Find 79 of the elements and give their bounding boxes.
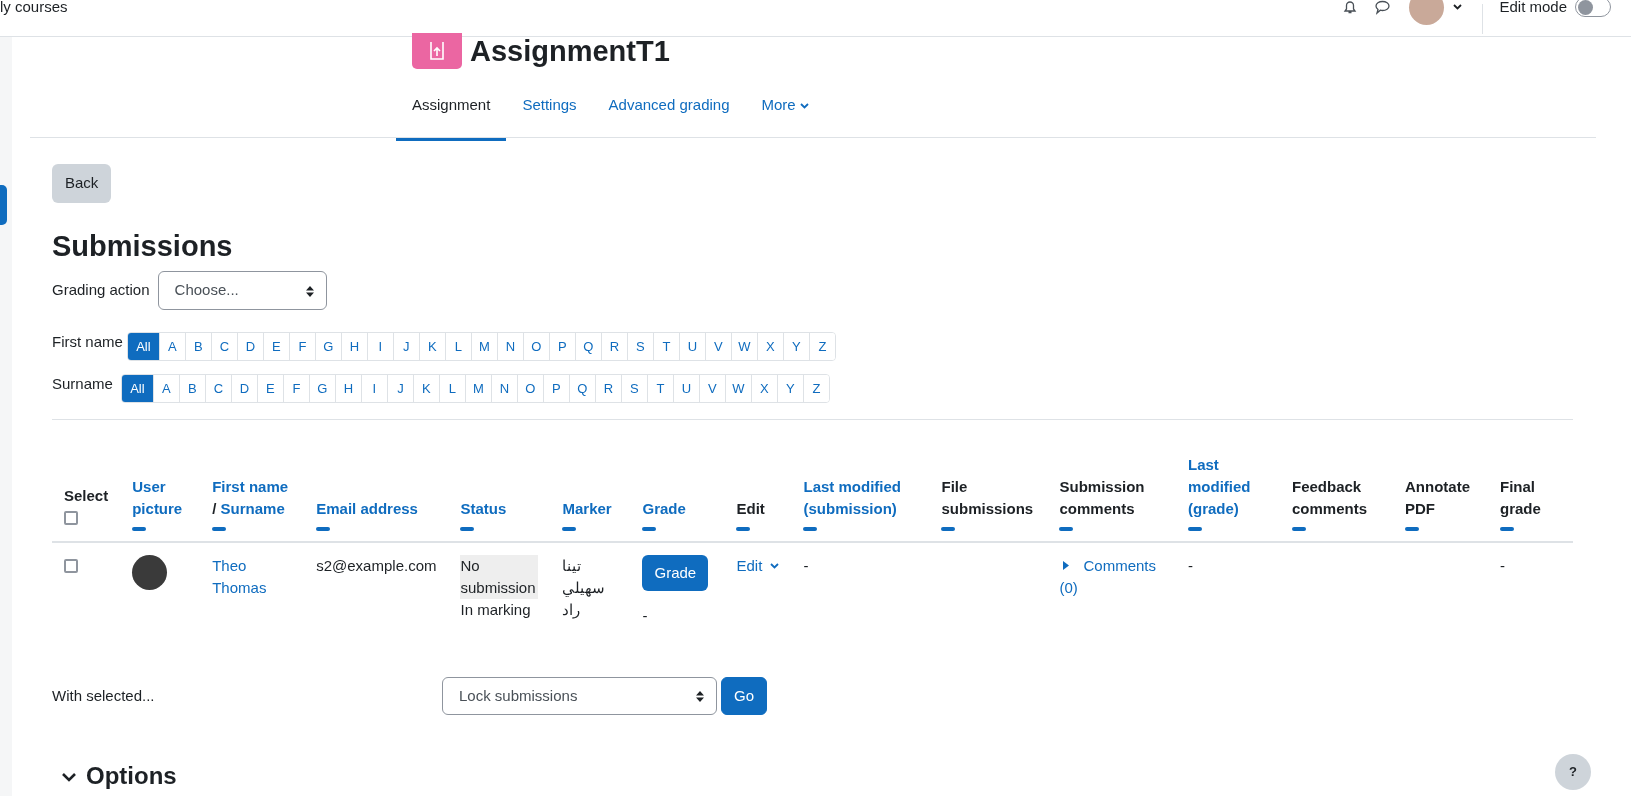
column-sort-link[interactable]: Surname [220, 499, 285, 517]
caret-icon [1453, 4, 1463, 10]
row-checkbox[interactable] [64, 558, 78, 573]
select-all-checkbox[interactable] [64, 510, 78, 525]
hide-column-icon[interactable] [316, 526, 331, 531]
avatar-placeholder [132, 554, 168, 590]
last-modified-text: - [803, 556, 809, 574]
column-sort-link[interactable]: Marker [562, 497, 619, 520]
student-name-link[interactable]: Theo Thomas [212, 554, 275, 599]
hide-column-icon[interactable] [212, 526, 227, 531]
initial-filter-link[interactable]: Z [802, 374, 829, 402]
filter-label: Surname [52, 373, 113, 394]
chat-bubble-icon[interactable] [1374, 0, 1392, 15]
caret-icon [799, 102, 809, 109]
grade-value: - [642, 605, 649, 626]
nav-tab[interactable]: Advanced grading [592, 73, 746, 141]
initial-filter-link[interactable]: All [121, 374, 153, 402]
final-grade-text: - [1500, 556, 1505, 574]
hide-column-icon[interactable] [1405, 526, 1419, 531]
assignment-icon [412, 33, 462, 69]
hide-column-icon[interactable] [1292, 526, 1306, 531]
submission-status: No submission [460, 554, 539, 599]
caret-icon [770, 562, 780, 569]
site-link[interactable]: ly courses [0, 0, 68, 19]
column-header: Submission comments [1059, 476, 1146, 519]
with-selected-label: With selected... [52, 685, 156, 706]
notification-bell-icon[interactable] [1342, 0, 1359, 15]
column-sort-link[interactable]: User picture [132, 475, 189, 520]
expand-triangle-icon[interactable] [1063, 560, 1070, 570]
grading-action-select[interactable]: Choose... [157, 271, 327, 310]
hide-column-icon[interactable] [941, 526, 956, 531]
column-sort-link[interactable]: Status [460, 497, 539, 520]
drawer-toggle[interactable] [0, 185, 7, 225]
hide-column-icon[interactable] [642, 526, 657, 531]
column-header: File submissions [941, 476, 1035, 519]
column-sort-link[interactable]: Last modified (grade) [1188, 453, 1268, 520]
column-header: Feedback comments [1292, 476, 1369, 519]
marking-state: In marking [460, 599, 532, 620]
hide-column-icon[interactable] [562, 526, 577, 531]
dropdown-arrows-icon [305, 285, 314, 297]
column-header: Final grade [1500, 476, 1542, 519]
hide-column-icon[interactable] [736, 526, 751, 531]
nav-tab[interactable]: Settings [506, 73, 593, 141]
comments-link[interactable]: Comments (0) [1059, 554, 1156, 599]
grading-action-label: Grading action [52, 280, 150, 301]
column-sort-link[interactable]: Email address [316, 497, 437, 520]
initial-filter-link[interactable]: All [127, 332, 159, 360]
column-sort-link[interactable]: Last modified (submission) [803, 475, 918, 520]
help-button[interactable]: ? [1555, 754, 1591, 790]
back-button[interactable]: Back [52, 164, 112, 203]
column-sort-link[interactable]: First name [212, 477, 289, 495]
hide-column-icon[interactable] [1500, 526, 1514, 531]
hide-column-icon[interactable] [1188, 526, 1202, 531]
edit-mode-label: Edit mode [1499, 0, 1567, 17]
page-title: AssignmentT1 [470, 36, 670, 66]
hide-column-icon[interactable] [460, 526, 475, 531]
column-separator: / [212, 499, 218, 517]
hide-column-icon[interactable] [132, 526, 147, 531]
grade-button[interactable]: Grade [642, 554, 709, 591]
column-sort-link[interactable]: Grade [642, 497, 713, 520]
bulk-action-select[interactable]: Lock submissions [442, 676, 717, 716]
marker-name: تينا سهيلي راد [562, 555, 607, 621]
column-header: Select [64, 485, 109, 506]
hide-column-icon[interactable] [1059, 526, 1074, 531]
section-heading: Submissions [52, 228, 234, 264]
chevron-icon[interactable] [62, 771, 76, 782]
filter-label: First name [52, 331, 123, 352]
go-button[interactable]: Go [721, 676, 767, 716]
hide-column-icon[interactable] [803, 526, 818, 531]
nav-tab[interactable]: Assignment [396, 73, 507, 141]
initial-filter-link[interactable]: Z [808, 332, 835, 360]
more-menu-tab[interactable]: More [745, 73, 825, 141]
dropdown-arrows-icon [696, 691, 704, 703]
email-text: s2@example.com [316, 556, 437, 574]
options-heading: Options [86, 762, 177, 792]
edit-menu-link[interactable]: Edit [736, 554, 780, 577]
column-header: Annotate PDF [1405, 476, 1471, 519]
column-header: Edit [736, 498, 766, 519]
last-modified-text: - [1188, 556, 1193, 574]
